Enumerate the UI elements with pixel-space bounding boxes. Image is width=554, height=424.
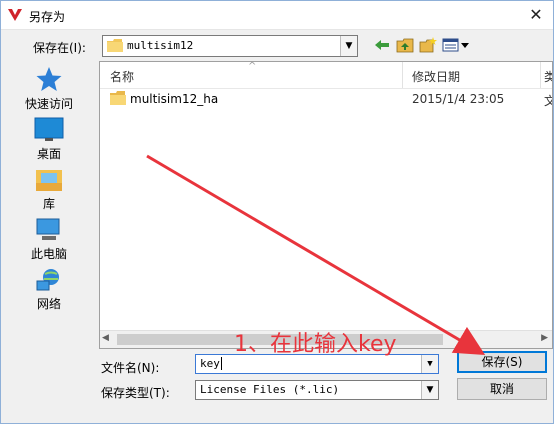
column-header-date[interactable]: 修改日期: [412, 68, 460, 85]
place-label: 此电脑: [30, 247, 67, 261]
look-in-value: multisim12: [127, 39, 194, 52]
annotation-text: 1、在此输入key: [234, 332, 397, 357]
place-network[interactable]: 网络: [9, 267, 89, 312]
file-list-header: ^ 名称 修改日期 类: [100, 62, 552, 89]
file-name-label: 文件名(N):: [101, 361, 160, 375]
file-type-combobox[interactable]: License Files (*.lic) ▼: [195, 380, 439, 400]
column-divider[interactable]: [402, 62, 403, 88]
file-type-value: License Files (*.lic): [200, 383, 340, 396]
file-type-label: 保存类型(T):: [101, 386, 170, 400]
place-desktop[interactable]: 桌面: [9, 117, 89, 162]
file-date: 2015/1/4 23:05: [412, 92, 505, 106]
view-menu-icon[interactable]: [442, 37, 472, 53]
window-title: 另存为: [29, 10, 66, 24]
scroll-right-icon[interactable]: ▶: [541, 333, 548, 343]
look-in-combobox[interactable]: multisim12 ▼: [102, 35, 358, 57]
place-label: 快速访问: [24, 97, 73, 111]
look-in-label: 保存在(I):: [33, 41, 86, 55]
star-icon: [36, 67, 62, 91]
file-name-value: key: [200, 357, 220, 370]
scroll-left-icon[interactable]: ◀: [102, 333, 109, 343]
place-library[interactable]: 库: [9, 167, 89, 212]
place-label: 库: [42, 197, 55, 211]
chevron-down-icon[interactable]: ▼: [421, 355, 438, 373]
sort-ascending-icon: ^: [248, 61, 257, 72]
place-label: 网络: [36, 297, 61, 311]
chevron-down-icon[interactable]: ▼: [421, 381, 438, 399]
file-name: multisim12_ha: [130, 92, 219, 106]
folder-icon: [110, 91, 126, 105]
new-folder-icon[interactable]: [419, 37, 437, 53]
computer-icon: [36, 218, 60, 240]
cancel-button[interactable]: 取消: [457, 378, 547, 400]
column-divider[interactable]: [540, 62, 541, 88]
library-icon: [36, 170, 62, 191]
file-type: 文: [544, 92, 552, 109]
place-quick-access[interactable]: 快速访问: [9, 65, 89, 112]
app-logo-icon: [8, 9, 22, 21]
close-button[interactable]: ✕: [525, 5, 547, 25]
file-list[interactable]: ^ 名称 修改日期 类 multisim12_ha 2015/1/4 23:05…: [99, 61, 553, 349]
places-bar: 快速访问 桌面 库 此电脑 网络: [9, 61, 89, 351]
place-label: 桌面: [36, 147, 61, 161]
save-button[interactable]: 保存(S): [457, 351, 547, 373]
network-icon: [36, 269, 59, 291]
folder-icon: [107, 39, 123, 52]
desktop-icon: [34, 117, 64, 141]
column-header-name[interactable]: 名称: [110, 68, 134, 85]
save-as-dialog: 另存为 ✕ 保存在(I): multisim12 ▼ 快速访问 桌面 库 此电脑…: [0, 0, 554, 424]
place-this-pc[interactable]: 此电脑: [9, 217, 89, 262]
column-header-type[interactable]: 类: [544, 68, 552, 85]
title-bar: 另存为 ✕: [1, 1, 553, 30]
up-folder-icon[interactable]: [396, 37, 414, 53]
back-arrow-icon[interactable]: [373, 37, 391, 53]
list-item[interactable]: multisim12_ha 2015/1/4 23:05 文: [100, 88, 552, 110]
chevron-down-icon[interactable]: ▼: [340, 36, 357, 56]
